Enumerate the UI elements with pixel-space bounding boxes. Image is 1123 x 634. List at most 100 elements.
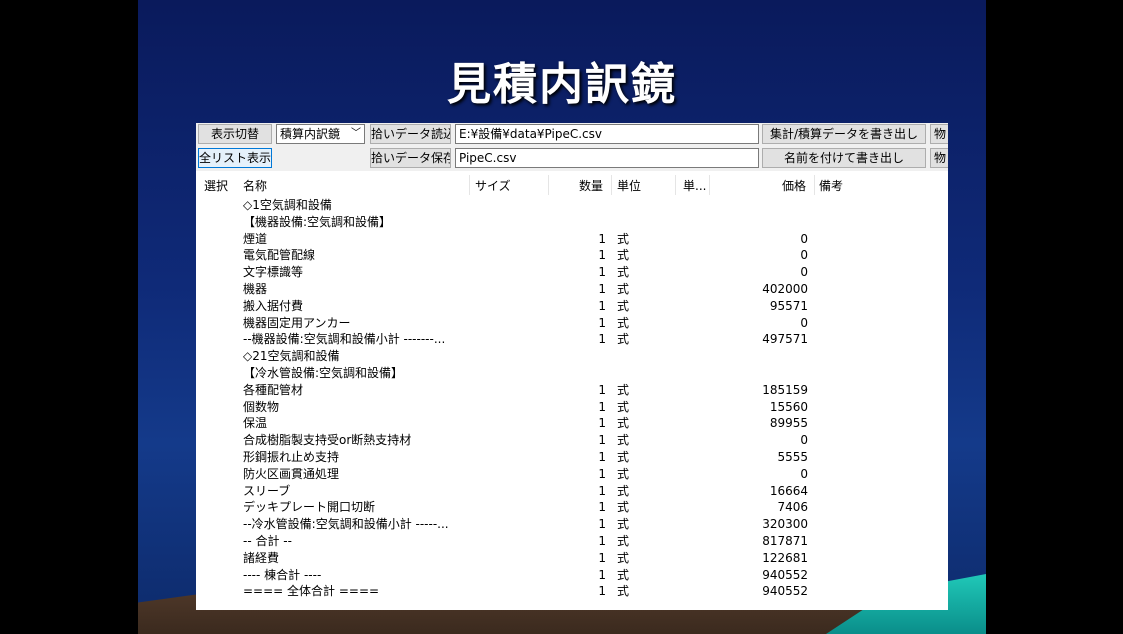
row-unit: 式 (617, 517, 630, 532)
column-remarks[interactable]: 備考 (819, 177, 843, 194)
full-list-button[interactable]: 全リスト表示 (198, 148, 272, 168)
table-row[interactable]: ◇1空気調和設備 (196, 197, 948, 214)
table-row[interactable]: ◇21空気調和設備 (196, 348, 948, 365)
table-row[interactable]: -- 合計 -- 1 式 817871 (196, 533, 948, 550)
row-price: 402000 (762, 282, 808, 296)
column-unit-price[interactable]: 単... (683, 177, 706, 194)
display-toggle-button[interactable]: 表示切替 (198, 124, 272, 144)
table-row[interactable]: 個数物 1 式 15560 (196, 399, 948, 416)
table-row[interactable]: ---- 棟合計 ---- 1 式 940552 (196, 567, 948, 584)
row-quantity: 1 (598, 282, 606, 296)
row-name: -- 合計 -- (243, 534, 292, 548)
row-name: 各種配管材 (243, 382, 304, 397)
row-unit: 式 (617, 483, 630, 498)
load-pickup-button[interactable]: 拾いデータ読込 (370, 124, 451, 144)
row-name: 搬入据付費 (243, 298, 304, 313)
row-unit: 式 (617, 282, 630, 296)
row-unit: 式 (617, 298, 630, 313)
row-price: 497571 (762, 332, 808, 347)
row-unit: 式 (617, 584, 630, 599)
table-row[interactable]: 保温 1 式 89955 (196, 415, 948, 432)
table-row[interactable]: 煙道 1 式 0 (196, 231, 948, 248)
row-quantity: 1 (598, 332, 606, 347)
row-name: スリーブ (243, 483, 291, 498)
row-quantity: 1 (598, 450, 606, 464)
row-name: 形鋼振れ止め支持 (243, 450, 340, 464)
row-unit: 式 (617, 500, 630, 515)
table-row[interactable]: スリーブ 1 式 16664 (196, 483, 948, 500)
row-unit: 式 (617, 265, 630, 280)
list-header: 選択 名称 サイズ 数量 単位 単... 価格 備考 (196, 175, 948, 195)
row-price: 0 (800, 433, 808, 448)
column-divider[interactable] (469, 175, 470, 195)
row-unit: 式 (617, 315, 630, 330)
row-unit: 式 (617, 466, 630, 481)
column-divider[interactable] (611, 175, 612, 195)
row-name: --冷水管設備:空気調和設備小計 -----... (243, 517, 449, 532)
save-pickup-button[interactable]: 拾いデータ保存 (370, 148, 451, 168)
row-name: 文字標識等 (243, 265, 304, 280)
column-divider[interactable] (675, 175, 676, 195)
column-name[interactable]: 名称 (243, 177, 267, 194)
file-path-field[interactable]: E:¥設備¥data¥PipeC.csv (455, 124, 759, 144)
row-quantity: 1 (598, 248, 606, 263)
table-row[interactable]: 諸経費 1 式 122681 (196, 550, 948, 567)
toolbar: 表示切替 積算内訳鏡 ﹀ 拾いデータ読込 E:¥設備¥data¥PipeC.cs… (196, 123, 948, 171)
row-quantity: 1 (598, 231, 606, 246)
file-name-field[interactable]: PipeC.csv (455, 148, 759, 168)
row-name: ◇21空気調和設備 (243, 349, 340, 364)
row-quantity: 1 (598, 298, 606, 313)
row-unit: 式 (617, 450, 630, 464)
row-price: 817871 (762, 534, 808, 548)
row-unit: 式 (617, 416, 630, 431)
table-row[interactable]: デッキプレート開口切断 1 式 7406 (196, 499, 948, 516)
row-quantity: 1 (598, 265, 606, 280)
table-row[interactable]: 【冷水管設備:空気調和設備】 (196, 365, 948, 382)
row-unit: 式 (617, 399, 630, 414)
table-row[interactable]: --機器設備:空気調和設備小計 -------... 1 式 497571 (196, 331, 948, 348)
column-divider[interactable] (709, 175, 710, 195)
row-name: 諸経費 (243, 550, 280, 565)
column-divider[interactable] (814, 175, 815, 195)
row-unit: 式 (617, 433, 630, 448)
row-unit: 式 (617, 550, 630, 565)
column-select[interactable]: 選択 (204, 177, 228, 194)
column-unit[interactable]: 単位 (617, 177, 641, 194)
table-row[interactable]: 機器固定用アンカー 1 式 0 (196, 315, 948, 332)
row-price: 16664 (769, 483, 808, 498)
extra-button-1[interactable]: 物 (930, 124, 948, 144)
row-quantity: 1 (598, 550, 606, 565)
row-quantity: 1 (598, 315, 606, 330)
table-row[interactable]: 文字標識等 1 式 0 (196, 264, 948, 281)
column-divider[interactable] (548, 175, 549, 195)
table-row[interactable]: --冷水管設備:空気調和設備小計 -----... 1 式 320300 (196, 516, 948, 533)
row-name: 合成樹脂製支持受or断熱支持材 (243, 433, 412, 448)
view-select[interactable]: 積算内訳鏡 ﹀ (276, 124, 365, 144)
extra-button-2[interactable]: 物 (930, 148, 948, 168)
table-row[interactable]: 防火区画貫通処理 1 式 0 (196, 466, 948, 483)
row-price: 0 (800, 466, 808, 481)
table-row[interactable]: 合成樹脂製支持受or断熱支持材 1 式 0 (196, 432, 948, 449)
column-size[interactable]: サイズ (475, 177, 511, 194)
row-price: 185159 (762, 382, 808, 397)
row-price: 15560 (769, 399, 808, 414)
row-name: 防火区画貫通処理 (243, 466, 340, 481)
export-totals-button[interactable]: 集計/積算データを書き出し (762, 124, 926, 144)
table-row[interactable]: 電気配管配線 1 式 0 (196, 247, 948, 264)
row-price: 940552 (762, 567, 808, 582)
table-row[interactable]: ==== 全体合計 ==== 1 式 940552 (196, 583, 948, 600)
row-quantity: 1 (598, 466, 606, 481)
column-price[interactable]: 価格 (782, 177, 806, 194)
export-named-button[interactable]: 名前を付けて書き出し (762, 148, 926, 168)
column-quantity[interactable]: 数量 (579, 177, 603, 194)
table-row[interactable]: 形鋼振れ止め支持 1 式 5555 (196, 449, 948, 466)
row-quantity: 1 (598, 517, 606, 532)
table-row[interactable]: 各種配管材 1 式 185159 (196, 382, 948, 399)
row-name: 機器 (243, 282, 268, 296)
table-row[interactable]: 機器 1 式 402000 (196, 281, 948, 298)
table-row[interactable]: 【機器設備:空気調和設備】 (196, 214, 948, 231)
estimate-list[interactable]: 選択 名称 サイズ 数量 単位 単... 価格 備考 ◇1空気調和設備 【機器設備… (196, 175, 948, 610)
row-price: 0 (800, 315, 808, 330)
table-row[interactable]: 搬入据付費 1 式 95571 (196, 298, 948, 315)
row-name: --機器設備:空気調和設備小計 -------... (243, 332, 446, 347)
